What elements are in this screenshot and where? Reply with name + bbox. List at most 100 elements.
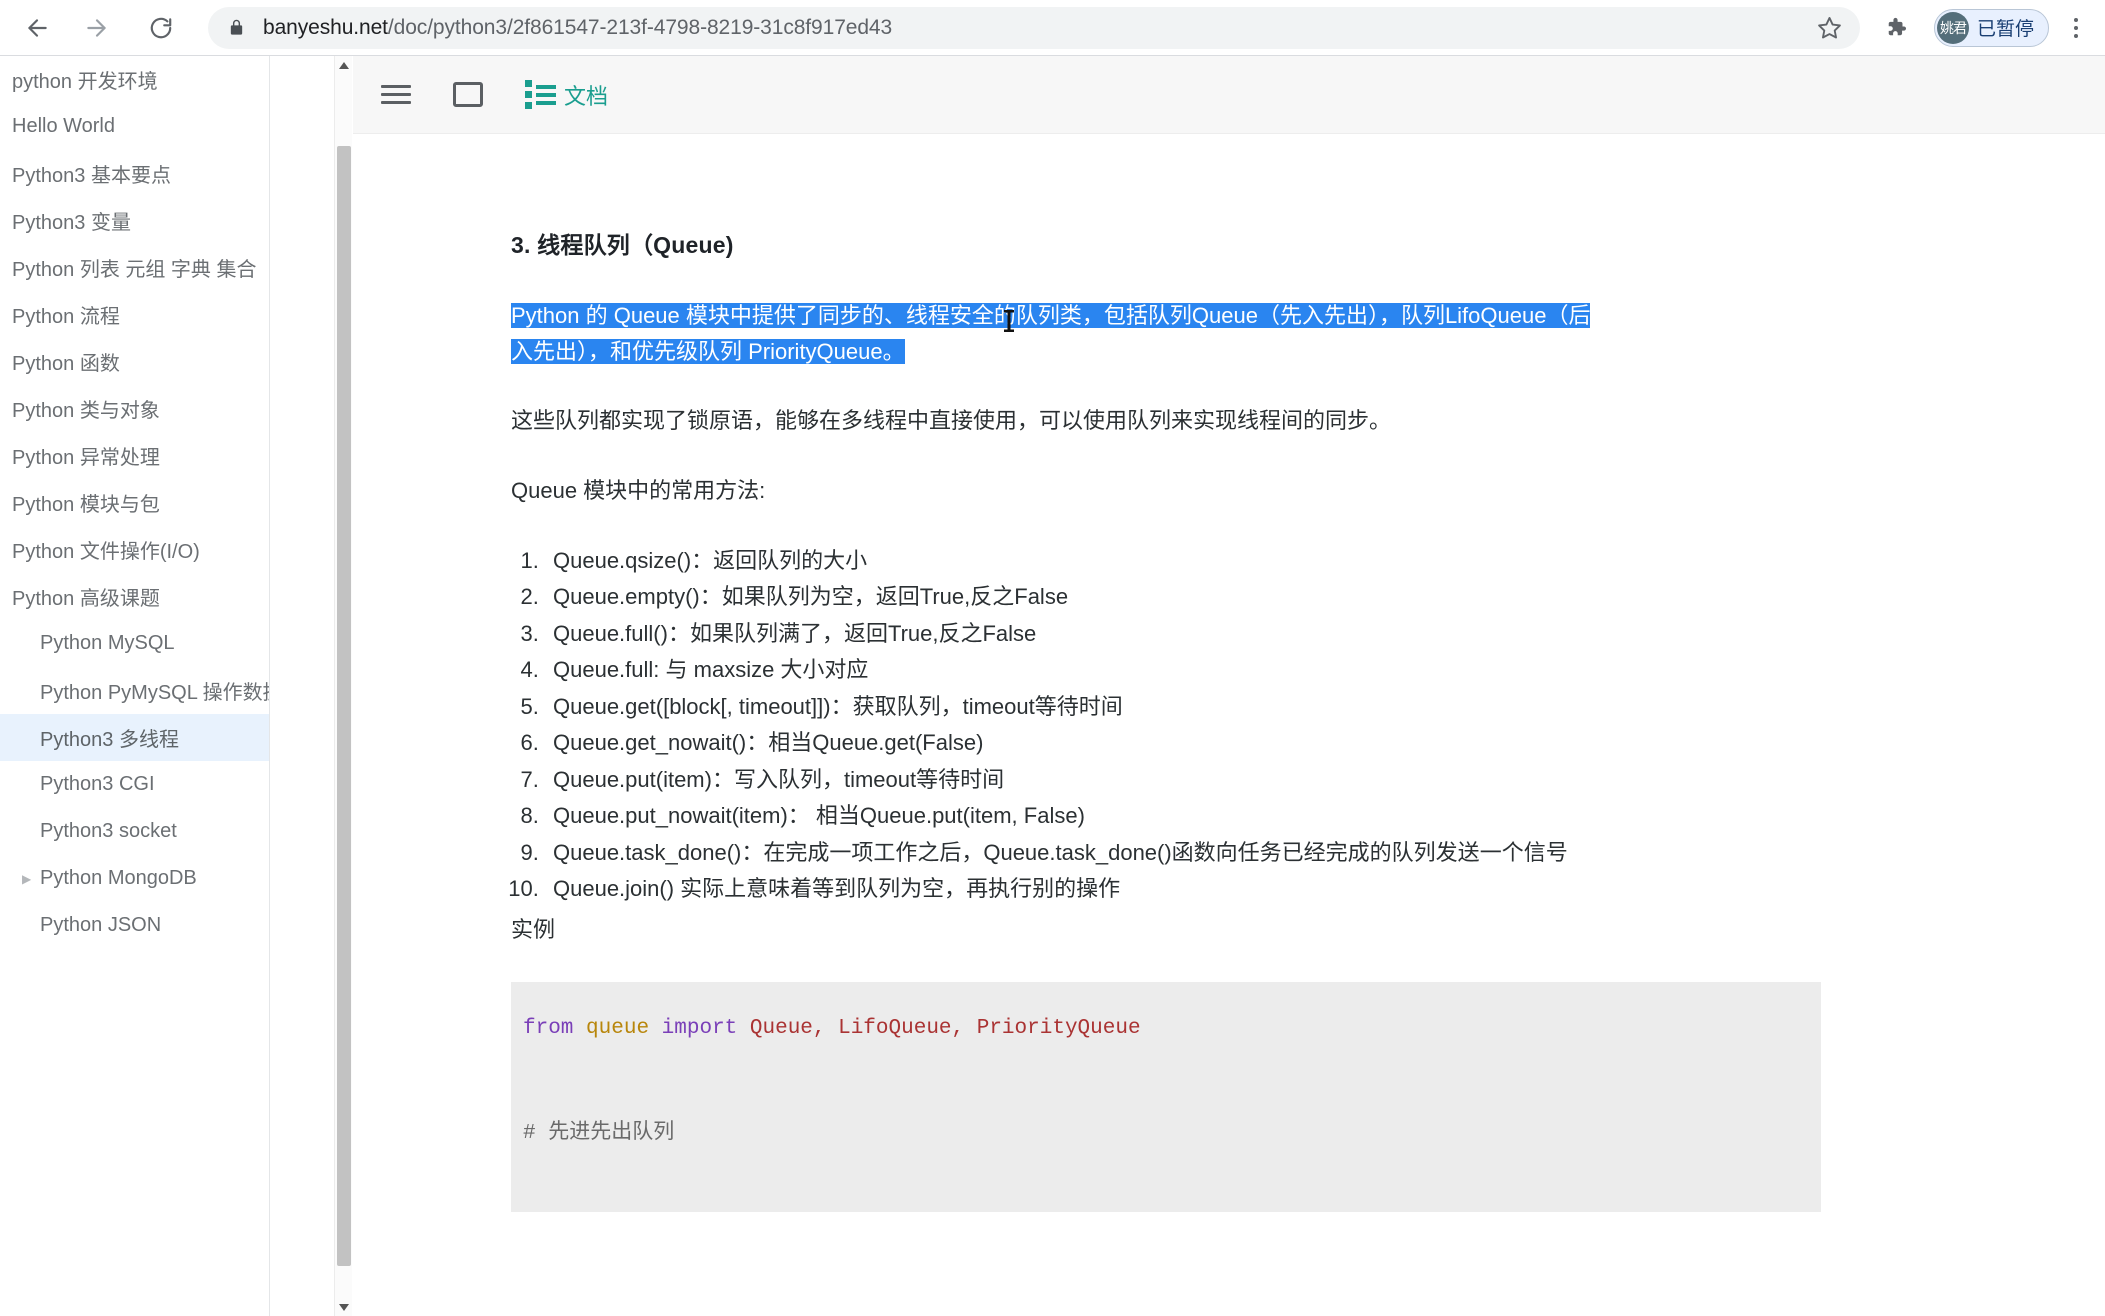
list-item: Queue.task_done()：在完成一项工作之后，Queue.task_d… bbox=[545, 835, 1601, 872]
bookmark-star-icon[interactable] bbox=[1808, 6, 1852, 50]
list-item: Queue.put_nowait(item)： 相当Queue.put(item… bbox=[545, 798, 1601, 835]
sidebar-item[interactable]: Python MySQL bbox=[0, 620, 269, 667]
list-item-text: Queue.empty()：如果队列为空，返回True,反之False bbox=[553, 584, 1069, 610]
sidebar-item[interactable]: Python JSON bbox=[0, 902, 269, 949]
list-item-text: Queue.join() 实际上意味着等到队列为空，再执行别的操作 bbox=[553, 876, 1121, 902]
sidebar-item[interactable]: Python3 socket bbox=[0, 808, 269, 855]
sidebar-item-label: Python3 基本要点 bbox=[12, 165, 171, 187]
url-path: /doc/python3/2f861547-213f-4798-8219-31c… bbox=[387, 15, 893, 39]
sidebar-item[interactable]: Python 异常处理 bbox=[0, 432, 269, 479]
sidebar-item[interactable]: Python 函数 bbox=[0, 338, 269, 385]
sidebar-item-label: Python 模块与包 bbox=[12, 494, 160, 516]
list-item: Queue.full: 与 maxsize 大小对应 bbox=[545, 652, 1601, 689]
sidebar-item[interactable]: Hello World bbox=[0, 103, 269, 150]
selected-paragraph[interactable]: Python 的 Queue 模块中提供了同步的、线程安全的队列类，包括队列Qu… bbox=[511, 303, 1591, 364]
sidebar-item-label: Python MongoDB bbox=[40, 867, 197, 889]
list-item: Queue.full()：如果队列满了，返回True,反之False bbox=[545, 616, 1601, 653]
example-label: 实例 bbox=[511, 916, 556, 942]
sidebar-scrollbar-thumb[interactable] bbox=[337, 146, 351, 1266]
document-toolbar: 文档 bbox=[353, 56, 2105, 134]
sidebar-item[interactable]: python 开发环境 bbox=[0, 56, 269, 103]
document-list-button[interactable]: 文档 bbox=[525, 79, 608, 111]
forward-arrow-icon[interactable] bbox=[74, 5, 120, 51]
sidebar-item[interactable]: Python3 变量 bbox=[0, 197, 269, 244]
page-title: 3. 线程队列（Queue) bbox=[511, 232, 734, 258]
avatar: 姚君 bbox=[1936, 11, 1969, 44]
puzzle-piece-icon[interactable] bbox=[1874, 6, 1918, 50]
sidebar-item-label: Python3 socket bbox=[40, 820, 177, 842]
window-frame-icon[interactable] bbox=[453, 82, 483, 107]
sidebar-item[interactable]: Python 类与对象 bbox=[0, 385, 269, 432]
scroll-up-arrow-icon[interactable] bbox=[335, 56, 353, 74]
list-item-text: Queue.full()：如果队列满了，返回True,反之False bbox=[553, 620, 1037, 646]
code-line-import: from queue import Queue, LifoQueue, Prio… bbox=[523, 1012, 1821, 1046]
address-bar[interactable]: banyeshu.net/doc/python3/2f861547-213f-4… bbox=[208, 6, 1860, 49]
browser-toolbar: banyeshu.net/doc/python3/2f861547-213f-4… bbox=[0, 0, 2105, 56]
sidebar-nav: python 开发环境 Hello World Python3 基本要点 Python… bbox=[0, 56, 270, 1316]
kebab-dot bbox=[2074, 17, 2078, 22]
list-item-text: Queue.qsize()：返回队列的大小 bbox=[553, 547, 868, 573]
sidebar-item-label: Python 列表 元组 字典 集合 bbox=[12, 259, 257, 281]
url-text: banyeshu.net/doc/python3/2f861547-213f-4… bbox=[263, 16, 892, 40]
sidebar-scrollbar[interactable] bbox=[334, 56, 352, 1316]
list-item: Queue.empty()：如果队列为空，返回True,反之False bbox=[545, 579, 1601, 616]
sidebar-item[interactable]: Python 高级课题 bbox=[0, 573, 269, 620]
list-item: Queue.put(item)：写入队列，timeout等待时间 bbox=[545, 762, 1601, 799]
document-list-label: 文档 bbox=[564, 83, 609, 109]
sidebar-item-label: Python 高级课题 bbox=[12, 588, 160, 610]
list-item-text: Queue.put(item)：写入队列，timeout等待时间 bbox=[553, 766, 1005, 792]
code-comment: # 先进先出队列 bbox=[523, 1122, 675, 1146]
sidebar-item-label: Python 流程 bbox=[12, 306, 120, 328]
code-module-queue: queue bbox=[586, 1016, 650, 1040]
sidebar-item-label: Python3 CGI bbox=[40, 773, 155, 795]
url-domain: banyeshu.net bbox=[263, 15, 388, 39]
sidebar-item-label: Python 类与对象 bbox=[12, 400, 160, 422]
kebab-dot bbox=[2074, 25, 2078, 30]
list-item-text: Queue.get([block[, timeout]])：获取队列，timeo… bbox=[553, 693, 1123, 719]
sidebar-item[interactable]: Python3 多线程 bbox=[0, 714, 269, 761]
document-list-icon bbox=[525, 80, 556, 109]
list-item-text: Queue.full: 与 maxsize 大小对应 bbox=[553, 657, 869, 683]
code-imported-names: Queue, LifoQueue, PriorityQueue bbox=[749, 1016, 1141, 1040]
method-list: Queue.qsize()：返回队列的大小 Queue.empty()：如果队列为… bbox=[545, 543, 1601, 908]
reload-icon[interactable] bbox=[138, 5, 184, 51]
list-item-text: Queue.task_done()：在完成一项工作之后，Queue.task_d… bbox=[553, 839, 1568, 865]
kebab-menu-icon[interactable] bbox=[2055, 6, 2097, 50]
document-content: 3. 线程队列（Queue) Python 的 Queue 模块中提供了同步的、… bbox=[353, 134, 2105, 1316]
list-item-text: Queue.put_nowait(item)： 相当Queue.put(item… bbox=[553, 803, 1085, 829]
code-block[interactable]: from queue import Queue, LifoQueue, Prio… bbox=[511, 981, 1821, 1212]
lock-icon bbox=[228, 17, 245, 38]
sidebar-item[interactable]: Python 文件操作(I/O) bbox=[0, 526, 269, 573]
sidebar-item-label: Python 函数 bbox=[12, 353, 120, 375]
code-keyword-from: from bbox=[523, 1016, 574, 1040]
list-item: Queue.get_nowait()：相当Queue.get(False) bbox=[545, 725, 1601, 762]
selected-paragraph-wrap: Python 的 Queue 模块中提供了同步的、线程安全的队列类，包括队列Qu… bbox=[511, 298, 1601, 369]
sidebar-item[interactable]: Python 流程 bbox=[0, 291, 269, 338]
sidebar-item-label: Python3 多线程 bbox=[40, 729, 179, 751]
list-item-text: Queue.get_nowait()：相当Queue.get(False) bbox=[553, 730, 984, 756]
list-item: Queue.join() 实际上意味着等到队列为空，再执行别的操作 bbox=[545, 871, 1601, 908]
kebab-dot bbox=[2074, 33, 2078, 38]
hamburger-menu-icon[interactable] bbox=[381, 85, 411, 104]
code-blank-lines bbox=[523, 1045, 1821, 1117]
sidebar-item[interactable]: Python 列表 元组 字典 集合 bbox=[0, 244, 269, 291]
profile-status-label: 已暂停 bbox=[1976, 19, 2034, 40]
sidebar-item[interactable]: Python3 CGI bbox=[0, 761, 269, 808]
list-item: Queue.qsize()：返回队列的大小 bbox=[545, 543, 1601, 580]
list-item: Queue.get([block[, timeout]])：获取队列，timeo… bbox=[545, 689, 1601, 726]
back-arrow-icon[interactable] bbox=[14, 5, 60, 51]
sidebar-item[interactable]: Python3 基本要点 bbox=[0, 150, 269, 197]
paragraph-2: 这些队列都实现了锁原语，能够在多线程中直接使用，可以使用队列来实现线程间的同步。 bbox=[511, 408, 1392, 434]
sidebar-item-label: Python PyMySQL 操作数据库 bbox=[40, 682, 269, 704]
sidebar-item[interactable]: Python 模块与包 bbox=[0, 479, 269, 526]
chevron-right-icon[interactable]: ▶ bbox=[22, 873, 38, 885]
sidebar-item[interactable]: ▶ Python MongoDB bbox=[0, 855, 269, 902]
sidebar-item-label: Python 文件操作(I/O) bbox=[12, 541, 200, 563]
sidebar-item-label: Python3 变量 bbox=[12, 212, 131, 234]
sidebar-item-label: Hello World bbox=[12, 115, 115, 137]
profile-chip[interactable]: 姚君 已暂停 bbox=[1933, 8, 2049, 47]
scroll-down-arrow-icon[interactable] bbox=[335, 1298, 353, 1316]
sidebar-item[interactable]: Python PyMySQL 操作数据库 bbox=[0, 667, 269, 714]
sidebar-item-label: Python MySQL bbox=[40, 632, 175, 654]
sidebar-item-label: python 开发环境 bbox=[12, 71, 158, 93]
